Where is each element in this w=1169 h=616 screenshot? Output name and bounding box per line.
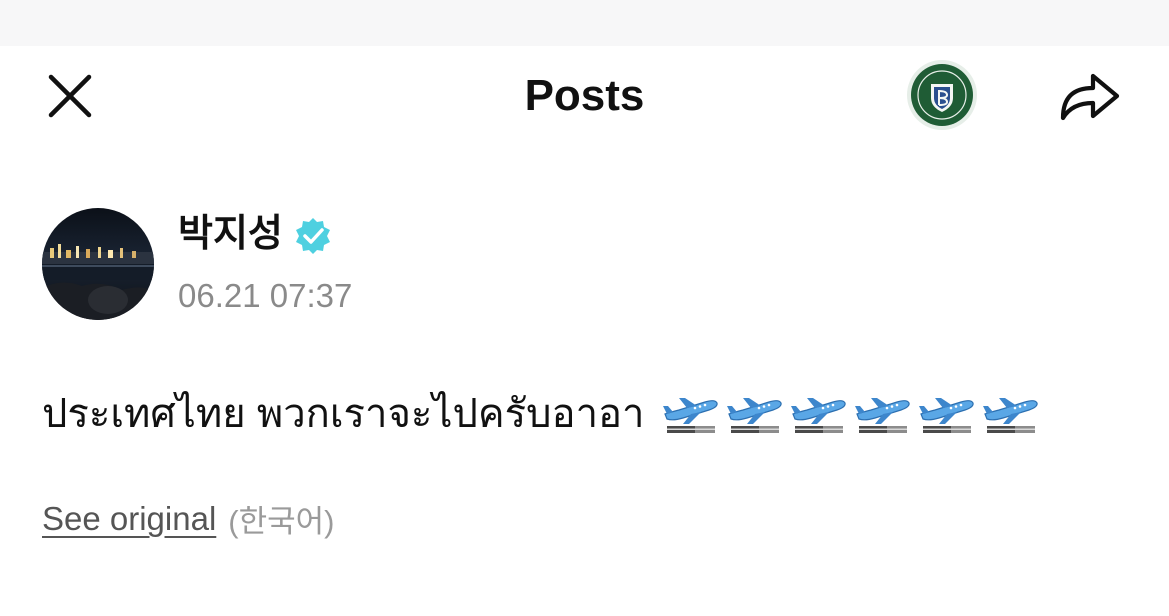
airplane-departure-icon [790,398,846,433]
author-name[interactable]: 박지성 [178,208,283,260]
see-original-link[interactable]: See original [42,500,216,538]
airplane-departure-icon [854,398,910,433]
avatar[interactable] [42,208,154,320]
post-text: ประเทศไทย พวกเราจะไปครับอาอา [42,392,645,436]
share-button[interactable] [1048,66,1128,126]
verified-badge-icon [296,218,330,254]
crest-logo-icon [907,60,977,130]
share-arrow-icon [1060,73,1120,121]
top-strip [0,0,1169,46]
page-title: Posts [524,71,645,120]
translation-row: See original (한국어) [42,496,335,541]
airplane-departure-icon [726,398,782,433]
close-icon [48,74,92,118]
airplane-departure-icon [982,398,1038,433]
avatar-photo [42,208,154,320]
post-timestamp: 06.21 07:37 [178,277,353,314]
channel-logo[interactable] [906,59,978,131]
close-button[interactable] [40,68,100,124]
post-body: ประเทศไทย พวกเราจะไปครับอาอา [42,384,1041,444]
original-language-label: (한국어) [228,504,335,539]
emoji-row [661,392,1041,436]
airplane-departure-icon [918,398,974,433]
airplane-departure-icon [662,398,718,433]
header-bar: Posts [0,46,1169,146]
